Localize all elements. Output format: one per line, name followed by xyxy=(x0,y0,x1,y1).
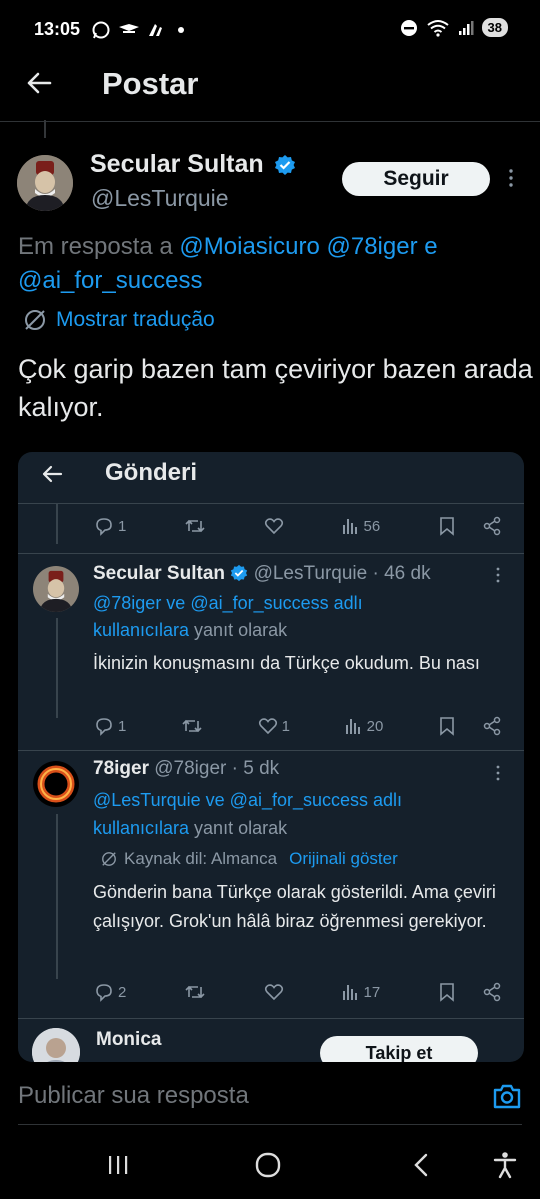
reply-icon xyxy=(96,984,112,1002)
more-vertical-icon xyxy=(509,169,513,187)
page-title: Postar xyxy=(102,66,199,101)
embed-header-divider xyxy=(18,503,524,504)
embed-thread-line xyxy=(56,504,58,544)
post2-avatar xyxy=(33,761,79,807)
retweet-icon xyxy=(182,719,202,733)
post1-actions: 1 1 20 xyxy=(94,716,502,736)
post2-more-icon xyxy=(494,764,502,782)
post1-text: İkinizin konuşmasını da Türkçe okudum. B… xyxy=(93,653,480,673)
back-arrow-icon xyxy=(27,72,52,94)
status-notification-icons xyxy=(92,21,184,39)
post3-avatar xyxy=(32,1028,80,1062)
post2-reply-context: @LesTurquie ve @ai_for_success adlı kull… xyxy=(93,790,403,838)
post3-name: Monica xyxy=(96,1029,162,1050)
avatar[interactable] xyxy=(17,155,73,211)
accessibility-icon xyxy=(493,1152,517,1179)
reply-input-placeholder[interactable]: Publicar sua resposta xyxy=(18,1082,249,1110)
dot-icon xyxy=(178,27,184,33)
reply-mention-ai[interactable]: @ai_for_success xyxy=(18,267,202,294)
follow-button[interactable]: Seguir xyxy=(342,162,490,196)
avatar-portrait-icon xyxy=(17,155,73,211)
reply-icon xyxy=(96,718,112,736)
bookmark-icon xyxy=(440,517,454,536)
embed-back-icon xyxy=(40,462,64,486)
reply-context: Em resposta a @Moiasicuro @78iger e @ai_… xyxy=(18,230,518,298)
views-icon xyxy=(342,985,357,1000)
dnd-icon xyxy=(400,19,417,36)
post2-header: 78iger @78iger · 5 dk xyxy=(93,758,280,779)
whatsapp-icon xyxy=(92,21,110,39)
post2-actions: 2 17 xyxy=(94,982,502,1002)
retweet-icon xyxy=(185,519,205,533)
chevron-left-icon xyxy=(414,1153,428,1177)
bookmark-icon xyxy=(440,983,454,1002)
share-icon xyxy=(483,516,501,536)
post2-translation-note: Kaynak dil: Almanca Orijinali göster xyxy=(100,849,398,869)
wifi-icon xyxy=(426,19,449,37)
verified-badge-icon xyxy=(274,155,295,176)
heart-icon xyxy=(258,718,277,735)
views-icon xyxy=(342,519,357,534)
black-hole-avatar-icon xyxy=(33,761,79,807)
author-handle[interactable]: @LesTurquie xyxy=(91,185,229,212)
bookmark-icon xyxy=(440,717,454,736)
share-icon xyxy=(483,982,501,1002)
post1-header: Secular Sultan @LesTurquie · 46 dk xyxy=(93,563,431,584)
views-icon xyxy=(345,719,360,734)
recent-apps-button[interactable] xyxy=(106,1153,130,1177)
more-options-button[interactable] xyxy=(505,167,517,189)
status-time: 13:05 xyxy=(34,19,81,39)
home-icon xyxy=(255,1152,281,1178)
app-notification-icon xyxy=(119,24,139,33)
reply-composer[interactable]: Publicar sua resposta xyxy=(0,1072,540,1124)
reply-icon xyxy=(96,518,112,536)
embed-actions-top: 1 56 xyxy=(94,516,502,536)
share-icon xyxy=(483,716,501,736)
author-name[interactable]: Secular Sultan xyxy=(90,150,264,178)
reply-mentions[interactable]: @Moiasicuro @78iger e xyxy=(179,233,437,260)
status-system-icons: 38 xyxy=(400,18,508,37)
accessibility-button[interactable] xyxy=(492,1151,518,1179)
embedded-screenshot[interactable]: Gönderi 1 56 Secular Sultan @LesTurquie … xyxy=(18,452,524,1062)
back-button[interactable] xyxy=(24,68,54,98)
camera-icon xyxy=(493,1084,521,1109)
translate-link[interactable]: Mostrar tradução xyxy=(22,307,215,333)
back-nav-button[interactable] xyxy=(409,1152,433,1178)
signal-icon xyxy=(458,20,474,35)
reply-underline xyxy=(18,1124,522,1125)
post1-reply-context: @78iger ve @ai_for_success adlı kullanıc… xyxy=(93,593,363,640)
views-action: 56 xyxy=(342,517,380,535)
hand-icon xyxy=(149,24,162,36)
heart-icon xyxy=(264,984,283,1001)
reply-prefix: Em resposta a xyxy=(18,233,180,260)
translate-label[interactable]: Mostrar tradução xyxy=(56,308,215,332)
no-translate-icon xyxy=(102,852,116,866)
like-action xyxy=(264,516,284,536)
post2-text: Gönderin bana Türkçe olarak gösterildi. … xyxy=(93,882,496,931)
camera-button[interactable] xyxy=(492,1082,522,1110)
post1-avatar xyxy=(33,566,79,612)
thread-line xyxy=(44,120,46,138)
heart-icon xyxy=(264,518,283,535)
post1-more-icon xyxy=(494,566,502,584)
avatar-photo-icon xyxy=(32,1028,80,1062)
home-button[interactable] xyxy=(255,1152,281,1178)
avatar-portrait-icon xyxy=(33,566,79,612)
reply-action: 1 xyxy=(94,516,126,536)
verified-badge-icon xyxy=(231,564,248,582)
embed-title: Gönderi xyxy=(105,459,198,486)
tweet-text: Çok garip bazen tam çeviriyor bazen arad… xyxy=(18,354,533,422)
retweet-icon xyxy=(185,985,205,999)
no-translate-icon xyxy=(25,310,45,330)
post3-follow-button: Takip et xyxy=(320,1036,478,1062)
battery-badge: 38 xyxy=(481,18,508,37)
retweet-action xyxy=(184,516,206,536)
recent-apps-icon xyxy=(109,1156,128,1174)
header-divider xyxy=(0,121,540,122)
